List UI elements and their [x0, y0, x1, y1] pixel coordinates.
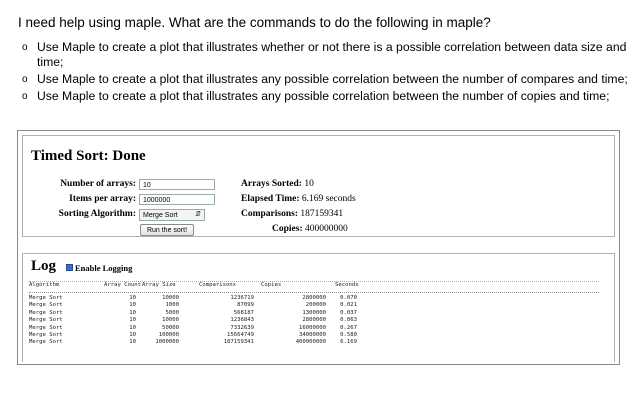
enable-logging-label: Enable Logging — [75, 263, 133, 273]
question-item: o Use Maple to create a plot that illustr… — [22, 72, 628, 86]
question-item: o Use Maple to create a plot that illustr… — [22, 40, 627, 69]
num-arrays-label: Number of arrays: — [60, 179, 136, 189]
table-row: Merge Sort 10 100000 15664749 34000000 0.580 — [29, 331, 357, 338]
column-header: Seconds — [335, 282, 359, 288]
algorithm-select[interactable]: Merge Sort ⇵ — [139, 209, 205, 221]
enable-logging-checkbox[interactable] — [66, 264, 73, 271]
log-table-header: Algorithm Array Count Array Size Compari… — [29, 282, 599, 293]
bullet-icon: o — [22, 91, 28, 102]
question-text-block: I need help using maple. What are the co… — [18, 14, 633, 106]
question-title: I need help using maple. What are the co… — [18, 15, 491, 30]
comparisons-stat: Comparisons: 187159341 — [241, 209, 344, 219]
column-header: Array Size — [142, 282, 176, 288]
table-row: Merge Sort 10 10000 1236719 2800000 0.070 — [29, 295, 357, 301]
run-sort-button[interactable]: Run the sort! — [140, 224, 194, 236]
bullet-icon: o — [22, 42, 28, 53]
log-table: Algorithm Array Count Array Size Compari… — [29, 281, 599, 347]
question-list: o Use Maple to create a plot that illustr… — [18, 40, 633, 104]
column-header: Copies — [261, 282, 282, 288]
bullet-icon: o — [22, 74, 28, 85]
table-row: Merge Sort 10 10000 1236843 2800000 0.063 — [29, 317, 357, 324]
log-panel: Log Enable Logging Algorithm Array Count… — [22, 253, 615, 362]
embedded-screenshot: Timed Sort: Done Number of arrays: 10 It… — [17, 130, 620, 365]
num-arrays-input[interactable]: 10 — [139, 179, 215, 190]
column-header: Array Count — [104, 282, 142, 288]
table-row: Merge Sort 10 50000 7332639 16000000 0.267 — [29, 324, 357, 331]
timed-sort-title: Timed Sort: Done — [31, 148, 146, 164]
column-header: Comparisons — [199, 282, 237, 288]
question-item: o Use Maple to create a plot that illustr… — [22, 89, 610, 103]
table-row: Merge Sort 10 1000000 187159341 400000000 6.1… — [29, 339, 357, 346]
column-header: Algorithm — [29, 282, 60, 288]
copies-stat: Copies: 400000000 — [272, 224, 348, 234]
elapsed-time-stat: Elapsed Time: 6.169 seconds — [241, 194, 356, 204]
items-per-array-input[interactable]: 1000000 — [139, 194, 215, 205]
algorithm-select-value: Merge Sort — [143, 212, 178, 219]
table-row: Merge Sort 10 5000 568187 1300000 0.037 — [29, 309, 357, 316]
select-arrows-icon: ⇵ — [195, 211, 201, 218]
arrays-sorted-stat: Arrays Sorted: 10 — [241, 179, 314, 189]
log-title: Log — [31, 258, 57, 274]
items-per-array-label: Items per array: — [69, 194, 136, 204]
table-row: Merge Sort 10 1000 87099 200000 0.021 — [29, 302, 357, 309]
timed-sort-panel: Timed Sort: Done Number of arrays: 10 It… — [22, 135, 615, 237]
algorithm-label: Sorting Algorithm: — [58, 209, 136, 219]
